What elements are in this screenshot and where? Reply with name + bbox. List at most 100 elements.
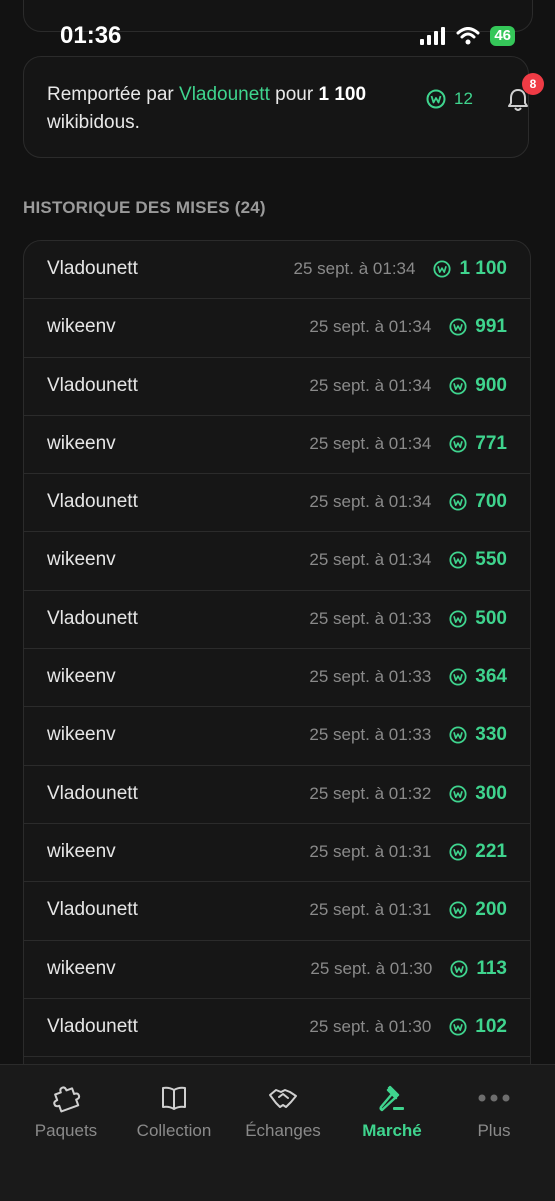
bid-coin	[449, 843, 467, 861]
bid-date: 25 sept. à 01:33	[309, 667, 432, 687]
bid-details: 25 sept. à 01:34 991	[309, 316, 507, 338]
wikibidou-coin-icon	[450, 960, 468, 978]
more-icon	[439, 1083, 549, 1113]
book-icon	[119, 1083, 229, 1113]
bid-amount: 700	[475, 491, 507, 513]
tab-collection[interactable]: Collection	[119, 1083, 229, 1141]
tab-label: Paquets	[34, 1121, 98, 1140]
bid-row: wikeenv 25 sept. à 01:33 330	[24, 707, 530, 766]
wikibidou-coin-icon	[449, 493, 467, 511]
bid-details: 25 sept. à 01:34 771	[309, 433, 507, 455]
bid-amount: 113	[476, 957, 507, 979]
bid-date: 25 sept. à 01:34	[309, 492, 432, 512]
notification-badge: 8	[522, 73, 544, 95]
bottom-tab-bar: Paquets Collection Échanges Marché Plus	[0, 1064, 555, 1201]
wikibidou-coin-icon	[426, 89, 446, 109]
bidder-name[interactable]: wikeenv	[47, 724, 116, 746]
bid-amount: 300	[475, 782, 507, 804]
auction-result-text: Remportée par Vladounett pour 1 100 wiki…	[47, 84, 367, 133]
bid-row: wikeenv 25 sept. à 01:31 221	[24, 824, 530, 883]
tab-label: Échanges	[245, 1121, 321, 1140]
bid-details: 25 sept. à 01:30 113	[310, 958, 507, 980]
bid-date: 25 sept. à 01:31	[309, 900, 432, 920]
bid-coin	[449, 901, 467, 919]
bid-row: wikeenv 25 sept. à 01:30 113	[24, 941, 530, 999]
coin-balance: 12	[426, 89, 473, 109]
bidder-name[interactable]: Vladounett	[47, 899, 138, 921]
auction-result-card: Remportée par Vladounett pour 1 100 wiki…	[23, 56, 544, 158]
bid-coin	[449, 726, 467, 744]
bid-coin	[449, 668, 467, 686]
bid-row: wikeenv 25 sept. à 01:34 771	[24, 416, 530, 475]
bidder-name[interactable]: Vladounett	[47, 608, 138, 630]
wikibidou-coin-icon	[449, 668, 467, 686]
wikibidou-coin-icon	[449, 610, 467, 628]
gavel-icon	[337, 1083, 447, 1113]
bid-date: 25 sept. à 01:31	[309, 841, 432, 861]
bid-date: 25 sept. à 01:33	[309, 608, 432, 628]
bidder-name[interactable]: Vladounett	[47, 783, 138, 805]
bid-amount: 330	[475, 724, 507, 746]
bid-details: 25 sept. à 01:32 300	[309, 783, 507, 805]
bid-amount: 500	[475, 607, 507, 629]
bid-row: Vladounett 25 sept. à 01:32 300	[24, 766, 530, 824]
bidder-name[interactable]: Vladounett	[47, 1016, 138, 1038]
tab-echanges[interactable]: Échanges	[228, 1083, 338, 1141]
bidder-name[interactable]: wikeenv	[47, 433, 116, 455]
bid-date: 25 sept. à 01:30	[310, 958, 433, 978]
winner-link[interactable]: Vladounett	[179, 84, 270, 105]
wikibidou-coin-icon	[433, 260, 452, 278]
wifi-icon	[456, 27, 480, 45]
bid-amount: 364	[475, 666, 507, 688]
bid-row: Vladounett 25 sept. à 01:30 102	[24, 999, 530, 1058]
wikibidou-coin-icon	[449, 435, 467, 453]
bid-details: 25 sept. à 01:31 200	[309, 899, 507, 921]
bid-coin	[450, 960, 468, 978]
bidder-name[interactable]: wikeenv	[47, 666, 116, 688]
winning-amount: 1 100	[318, 84, 367, 105]
tab-marche[interactable]: Marché	[337, 1083, 447, 1141]
signal-icon	[420, 27, 446, 45]
wikibidou-coin-icon	[449, 726, 467, 744]
bid-date: 25 sept. à 01:34	[293, 259, 416, 278]
bidder-name[interactable]: wikeenv	[47, 549, 116, 571]
bid-amount: 200	[475, 899, 507, 921]
bid-date: 25 sept. à 01:30	[309, 1016, 432, 1036]
battery-indicator: 46	[490, 26, 515, 46]
bid-details: 25 sept. à 01:30 102	[309, 1016, 507, 1038]
bidder-name[interactable]: wikeenv	[47, 316, 116, 338]
bid-coin	[449, 493, 467, 511]
bid-amount: 1 100	[459, 258, 507, 279]
bid-row: wikeenv 25 sept. à 01:34 550	[24, 532, 530, 591]
bidder-name[interactable]: wikeenv	[47, 841, 116, 863]
bid-coin	[433, 260, 452, 278]
bidder-name[interactable]: wikeenv	[47, 958, 116, 980]
bid-details: 25 sept. à 01:33 364	[309, 666, 507, 688]
bid-row: Vladounett 25 sept. à 01:34 700	[24, 474, 530, 533]
bidder-name[interactable]: Vladounett	[47, 375, 138, 397]
bid-details: 25 sept. à 01:34 700	[309, 491, 507, 513]
bid-coin	[449, 785, 467, 803]
bid-history-title: HISTORIQUE DES MISES (24)	[23, 198, 266, 217]
tab-plus[interactable]: Plus	[439, 1083, 549, 1141]
tab-paquets[interactable]: Paquets	[11, 1083, 121, 1141]
wikibidou-coin-icon	[449, 318, 467, 336]
puzzle-icon	[11, 1083, 121, 1113]
bid-details: 25 sept. à 01:33 330	[309, 724, 507, 746]
status-bar: 01:36 46	[0, 22, 555, 54]
bid-row: wikeenv 25 sept. à 01:33 364	[24, 649, 530, 708]
bid-date: 25 sept. à 01:34	[309, 317, 432, 337]
bidder-name[interactable]: Vladounett	[47, 258, 138, 280]
bid-coin	[449, 1018, 467, 1036]
bid-amount: 900	[475, 374, 507, 396]
bid-coin	[449, 551, 467, 570]
bid-details: 25 sept. à 01:31 221	[309, 841, 507, 863]
bid-details: 25 sept. à 01:34 900	[309, 375, 507, 397]
wikibidou-coin-icon	[449, 901, 467, 919]
bid-coin	[449, 435, 467, 453]
bid-date: 25 sept. à 01:34	[309, 375, 432, 395]
tab-label: Collection	[136, 1121, 212, 1140]
bid-row: Vladounett 25 sept. à 01:31 200	[24, 882, 530, 941]
bidder-name[interactable]: Vladounett	[47, 491, 138, 513]
status-icons: 46	[420, 26, 515, 46]
